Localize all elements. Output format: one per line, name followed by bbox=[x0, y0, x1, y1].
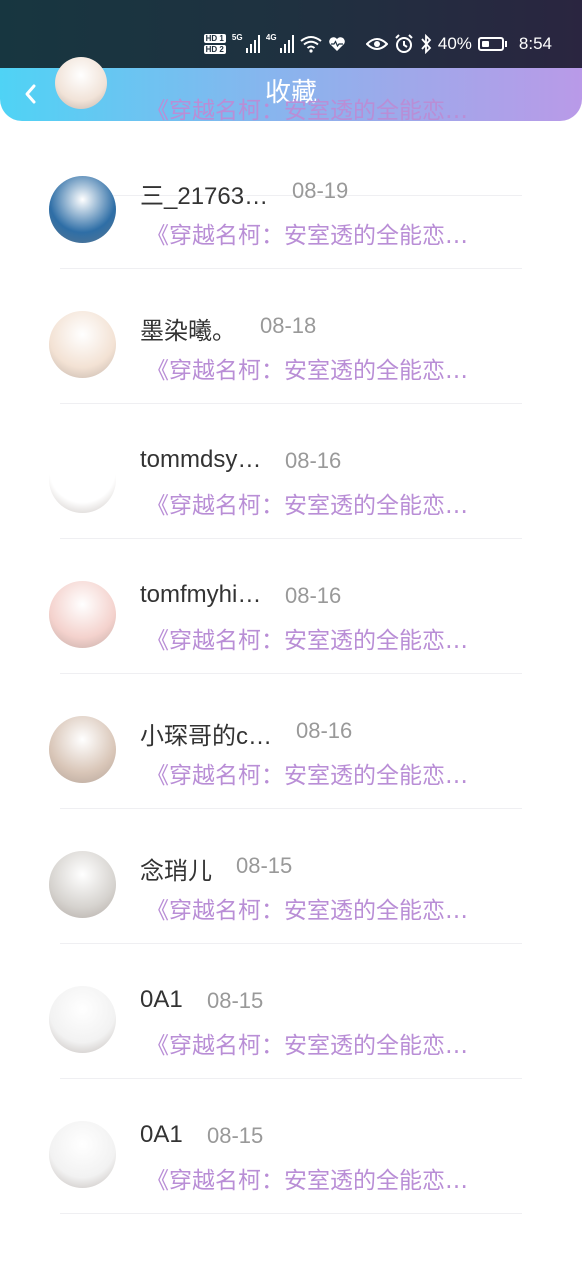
net1-label: 5G bbox=[231, 33, 243, 42]
date-label: 08-18 bbox=[260, 313, 317, 338]
avatar[interactable] bbox=[49, 986, 116, 1053]
date-label: 08-19 bbox=[292, 178, 349, 203]
date-label: 08-16 bbox=[285, 583, 342, 608]
avatar[interactable] bbox=[49, 581, 116, 648]
avatar[interactable] bbox=[49, 446, 116, 513]
book-title-link[interactable]: 《穿越名柯：安室透的全能恋… bbox=[146, 621, 468, 655]
date-label: 08-15 bbox=[236, 853, 293, 878]
book-title-link[interactable]: 《穿越名柯：安室透的全能恋… bbox=[146, 756, 468, 790]
net2-label: 4G bbox=[265, 33, 277, 42]
book-title-link[interactable]: 《穿越名柯：安室透的全能恋… bbox=[146, 351, 468, 385]
book-title-link[interactable]: 《穿越名柯：安室透的全能恋… bbox=[146, 216, 468, 250]
user-name: 小琛哥的c… bbox=[140, 723, 272, 750]
sim2-badge: HD 2 bbox=[203, 45, 226, 54]
date-label: 08-16 bbox=[296, 718, 353, 743]
book-title-link[interactable]: 《穿越名柯：安室透的全能恋… bbox=[146, 1026, 468, 1060]
avatar[interactable] bbox=[55, 57, 107, 109]
signal-4g-icon: 4G bbox=[265, 33, 294, 53]
avatar[interactable] bbox=[49, 176, 116, 243]
list-item[interactable]: tommdsy… 08-16 《穿越名柯：安室透的全能恋… bbox=[0, 404, 582, 539]
book-title-link[interactable]: 《穿越名柯：安室透的全能恋… bbox=[146, 91, 468, 125]
sim1-badge: HD 1 bbox=[203, 34, 226, 43]
status-icons: HD 1 HD 2 5G 4G 40% 8:54 bbox=[203, 30, 552, 58]
wifi-icon bbox=[300, 36, 322, 53]
avatar[interactable] bbox=[49, 311, 116, 378]
user-name: 0A1 bbox=[140, 1121, 183, 1148]
list-item[interactable]: 小琛哥的c… 08-16 《穿越名柯：安室透的全能恋… bbox=[0, 674, 582, 809]
sim-indicator: HD 1 HD 2 bbox=[203, 33, 226, 55]
avatar[interactable] bbox=[49, 851, 116, 918]
avatar[interactable] bbox=[49, 1121, 116, 1188]
date-label: 08-15 bbox=[207, 1123, 264, 1148]
user-name: 念琑儿 bbox=[140, 858, 212, 885]
book-title-link[interactable]: 《穿越名柯：安室透的全能恋… bbox=[146, 486, 468, 520]
clock: 8:54 bbox=[518, 34, 552, 53]
list-item[interactable]: 0A1 08-15 《穿越名柯：安室透的全能恋… bbox=[0, 944, 582, 1079]
list-item[interactable]: 三_21763… 08-19 《穿越名柯：安室透的全能恋… bbox=[0, 134, 582, 269]
battery-icon bbox=[477, 37, 507, 51]
bluetooth-icon bbox=[421, 34, 432, 54]
battery-percent: 40% bbox=[437, 34, 472, 53]
user-name: tomfmyhi… bbox=[140, 581, 262, 608]
book-title-link[interactable]: 《穿越名柯：安室透的全能恋… bbox=[146, 1161, 468, 1195]
list-item[interactable]: 念琑儿 08-15 《穿越名柯：安室透的全能恋… bbox=[0, 809, 582, 944]
user-name: 三_21763… bbox=[140, 183, 269, 210]
user-name: 0A1 bbox=[140, 986, 183, 1013]
date-label: 08-16 bbox=[285, 448, 342, 473]
signal-5g-icon: 5G bbox=[231, 33, 260, 53]
list-item[interactable]: 0A1 08-15 《穿越名柯：安室透的全能恋… bbox=[0, 1079, 582, 1214]
divider bbox=[60, 1213, 522, 1214]
battery-fill bbox=[481, 41, 490, 47]
eye-icon bbox=[365, 38, 388, 50]
alarm-icon bbox=[395, 34, 413, 53]
heart-icon bbox=[329, 37, 345, 51]
list-item[interactable]: 墨染曦。 08-18 《穿越名柯：安室透的全能恋… bbox=[0, 269, 582, 404]
book-title-link[interactable]: 《穿越名柯：安室透的全能恋… bbox=[146, 891, 468, 925]
list-item[interactable]: tomfmyhi… 08-16 《穿越名柯：安室透的全能恋… bbox=[0, 539, 582, 674]
user-name: tommdsy… bbox=[140, 446, 262, 473]
avatar[interactable] bbox=[49, 716, 116, 783]
date-label: 08-15 bbox=[207, 988, 264, 1013]
user-name: 墨染曦。 bbox=[140, 318, 236, 345]
